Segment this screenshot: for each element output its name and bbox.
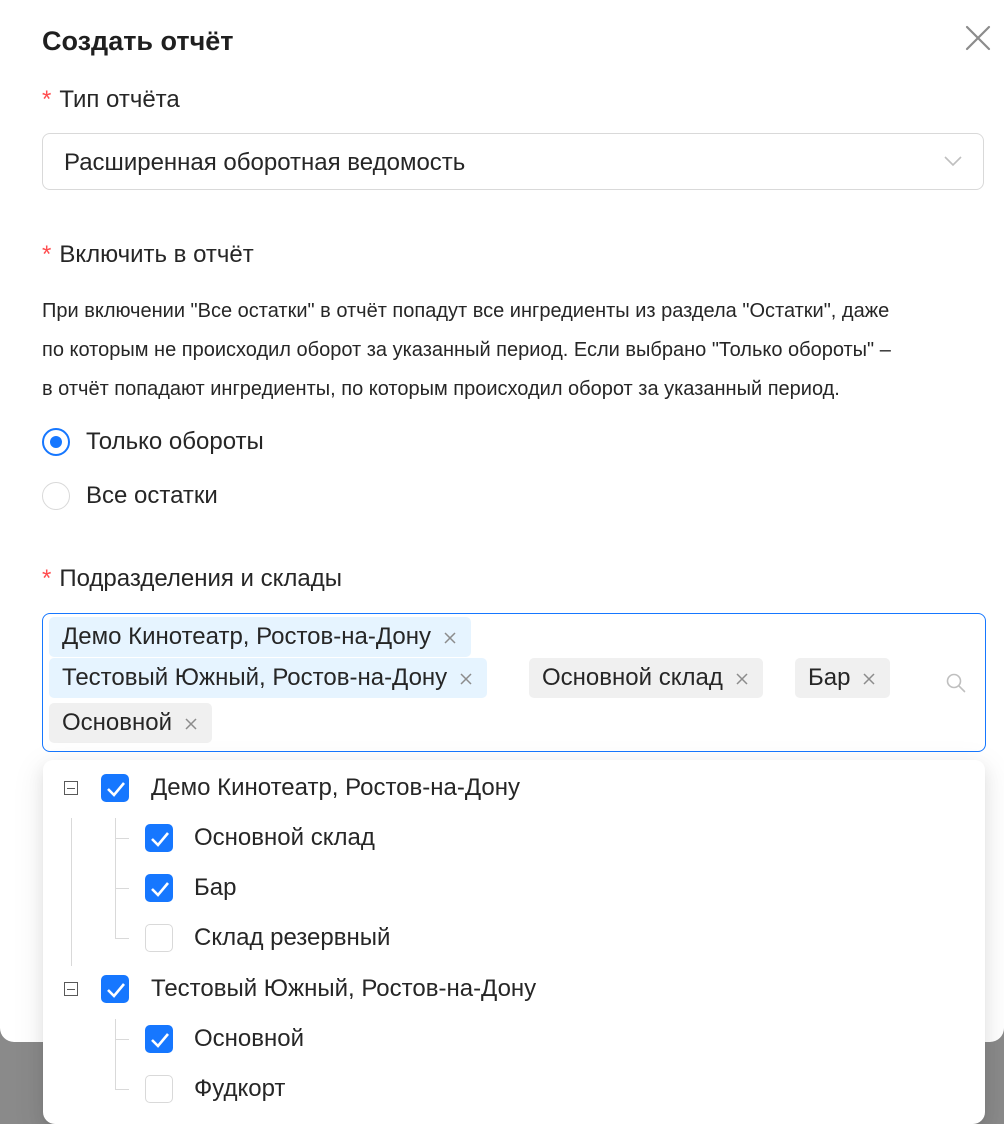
tree-checkbox[interactable] xyxy=(145,874,173,902)
departments-tree-dropdown: Демо Кинотеатр, Ростов-на-Дону Основной … xyxy=(43,760,985,1124)
close-icon xyxy=(965,25,991,51)
search-icon xyxy=(946,673,966,693)
modal-title: Создать отчёт xyxy=(42,26,234,56)
departments-label-text: Подразделения и склады xyxy=(59,565,342,592)
tag-remove-icon[interactable] xyxy=(459,672,473,686)
include-description: При включении "Все остатки" в отчёт попа… xyxy=(42,292,982,409)
report-type-label-text: Тип отчёта xyxy=(59,86,180,113)
tree-node-label[interactable]: Тестовый Южный, Ростов-на-Дону xyxy=(151,975,536,1003)
tag-remove-icon[interactable] xyxy=(735,672,749,686)
tag-label: Тестовый Южный, Ростов-на-Дону xyxy=(62,664,448,691)
departments-label: * Подразделения и склады xyxy=(42,565,342,593)
required-mark: * xyxy=(42,565,52,592)
include-label-text: Включить в отчёт xyxy=(59,241,254,268)
tree-checkbox[interactable] xyxy=(145,924,173,952)
collapse-toggle-icon[interactable] xyxy=(64,982,78,996)
tag-remove-icon[interactable] xyxy=(862,672,876,686)
tree-connector xyxy=(115,1039,129,1040)
radio-only-turnover[interactable] xyxy=(42,428,70,456)
include-label: * Включить в отчёт xyxy=(42,241,254,269)
tree-checkbox[interactable] xyxy=(145,1025,173,1053)
tree-node-label[interactable]: Фудкорт xyxy=(194,1075,285,1103)
selected-tag: Тестовый Южный, Ростов-на-Дону xyxy=(49,658,488,698)
description-line: по которым не происходил оборот за указа… xyxy=(42,339,891,361)
tree-node-label[interactable]: Бар xyxy=(194,874,236,902)
radio-all-balances[interactable] xyxy=(42,482,70,510)
tag-remove-icon[interactable] xyxy=(443,631,457,645)
tree-connector xyxy=(71,818,72,966)
required-mark: * xyxy=(42,86,52,113)
radio-all-balances-label[interactable]: Все остатки xyxy=(86,482,218,510)
tree-node-label[interactable]: Демо Кинотеатр, Ростов-на-Дону xyxy=(151,774,520,802)
tree-connector xyxy=(115,838,129,839)
checkmark-icon xyxy=(107,782,125,797)
checkmark-icon xyxy=(107,983,125,998)
tree-checkbox[interactable] xyxy=(101,774,129,802)
tree-checkbox[interactable] xyxy=(145,1075,173,1103)
close-button[interactable] xyxy=(962,22,994,54)
description-line: При включении "Все остатки" в отчёт попа… xyxy=(42,300,890,322)
required-mark: * xyxy=(42,241,52,268)
radio-only-turnover-label[interactable]: Только обороты xyxy=(86,428,264,456)
chevron-down-icon xyxy=(944,156,962,167)
tree-connector xyxy=(115,888,129,889)
tree-checkbox[interactable] xyxy=(101,975,129,1003)
departments-multiselect[interactable]: Демо Кинотеатр, Ростов-на-Дону Тестовый … xyxy=(42,613,986,752)
selected-tag: Бар xyxy=(795,658,891,698)
tag-remove-icon[interactable] xyxy=(184,717,198,731)
checkmark-icon xyxy=(151,882,169,897)
description-line: в отчёт попадают ингредиенты, по которым… xyxy=(42,378,840,400)
tree-connector xyxy=(115,1019,116,1090)
tree-node-label[interactable]: Склад резервный xyxy=(194,924,390,952)
tree-node-label[interactable]: Основной склад xyxy=(194,824,375,852)
tag-label: Бар xyxy=(808,664,851,691)
tag-label: Основной склад xyxy=(542,664,723,691)
tree-checkbox[interactable] xyxy=(145,824,173,852)
tag-label: Основной xyxy=(62,709,173,736)
tree-connector xyxy=(115,818,116,939)
report-type-select[interactable]: Расширенная оборотная ведомость xyxy=(42,133,984,190)
checkmark-icon xyxy=(151,1033,169,1048)
selected-tag: Основной склад xyxy=(529,658,763,698)
collapse-toggle-icon[interactable] xyxy=(64,781,78,795)
tree-connector xyxy=(115,938,129,939)
tag-label: Демо Кинотеатр, Ростов-на-Дону xyxy=(62,623,431,650)
tree-connector xyxy=(115,1089,129,1090)
selected-tag: Основной xyxy=(49,703,213,743)
tree-node-label[interactable]: Основной xyxy=(194,1025,304,1053)
report-type-label: * Тип отчёта xyxy=(42,86,180,114)
selected-tag: Демо Кинотеатр, Ростов-на-Дону xyxy=(49,617,471,657)
report-type-value: Расширенная оборотная ведомость xyxy=(64,149,466,176)
checkmark-icon xyxy=(151,832,169,847)
